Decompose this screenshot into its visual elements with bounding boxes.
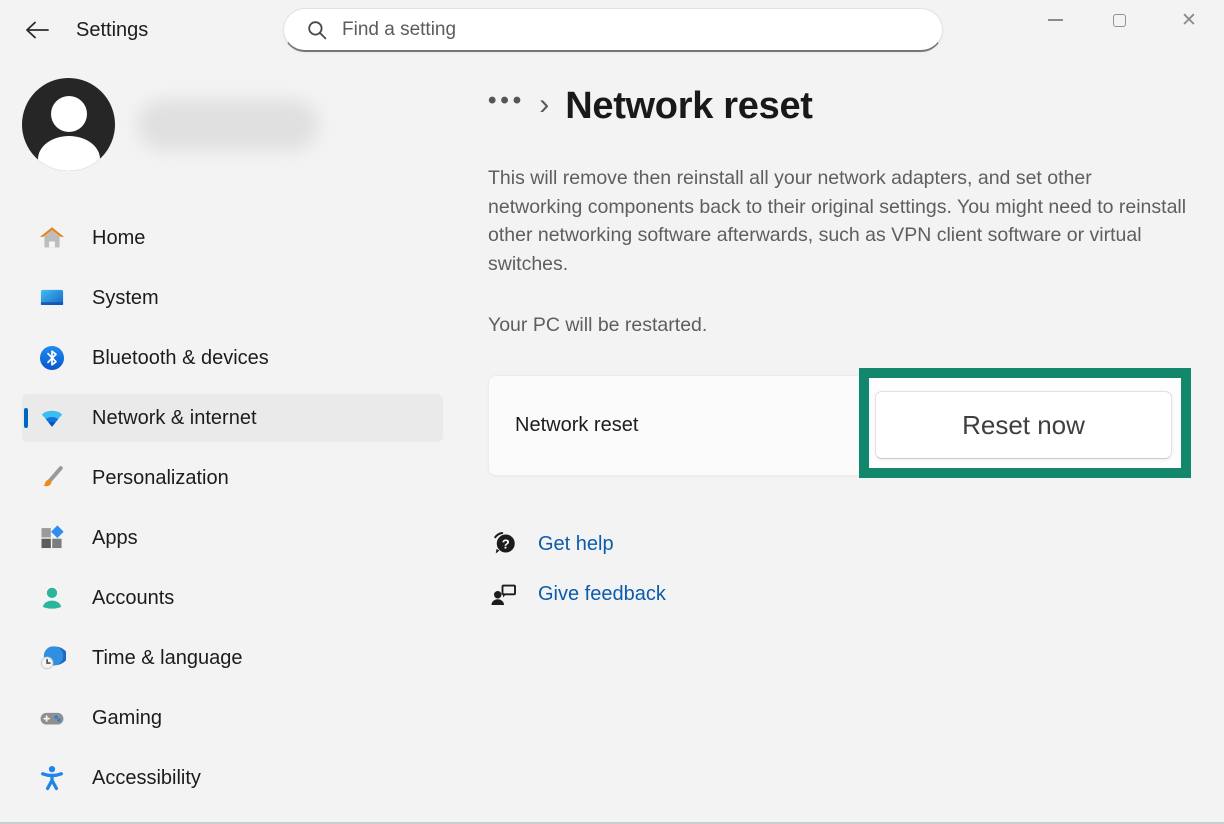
bluetooth-icon (38, 344, 66, 372)
minimize-button[interactable] (1038, 4, 1072, 36)
sidebar-item-accounts[interactable]: Accounts (22, 574, 443, 622)
sidebar-item-personalization[interactable]: Personalization (22, 454, 443, 502)
app-title: Settings (76, 19, 148, 42)
get-help-label: Get help (538, 533, 614, 556)
chevron-right-icon: › (539, 88, 549, 122)
sidebar-item-label: Gaming (92, 707, 162, 730)
search-box[interactable] (283, 8, 943, 52)
give-feedback-link[interactable]: Give feedback (488, 577, 666, 611)
system-icon (38, 284, 66, 312)
maximize-button[interactable] (1102, 4, 1136, 36)
user-avatar[interactable] (22, 78, 115, 171)
time-language-icon (38, 644, 66, 672)
search-icon (306, 19, 328, 41)
page-description: This will remove then reinstall all your… (488, 164, 1188, 278)
sidebar-item-label: Time & language (92, 647, 242, 670)
svg-text:?: ? (502, 536, 510, 551)
feedback-person-icon (488, 578, 520, 610)
sidebar-item-label: Apps (92, 527, 138, 550)
page-title: Network reset (565, 85, 812, 128)
sidebar-item-label: Home (92, 227, 145, 250)
close-button[interactable]: ✕ (1172, 4, 1206, 36)
sidebar-item-accessibility[interactable]: Accessibility (22, 754, 443, 802)
get-help-link[interactable]: ? Get help (488, 527, 614, 561)
sidebar-item-label: Accounts (92, 587, 174, 610)
user-name-redacted (138, 100, 318, 150)
avatar-head-shape (51, 96, 87, 132)
sidebar-item-home[interactable]: Home (22, 214, 443, 262)
sidebar-item-system[interactable]: System (22, 274, 443, 322)
avatar-body-shape (38, 136, 100, 171)
sidebar-item-label: Network & internet (92, 407, 257, 430)
close-icon: ✕ (1181, 9, 1197, 32)
network-reset-card-label: Network reset (515, 414, 638, 437)
sidebar-item-time-language[interactable]: Time & language (22, 634, 443, 682)
back-button[interactable] (22, 15, 52, 45)
sidebar-item-label: System (92, 287, 159, 310)
apps-icon (38, 524, 66, 552)
home-icon (38, 224, 66, 252)
personalization-icon (38, 464, 66, 492)
restart-note: Your PC will be restarted. (488, 314, 707, 337)
maximize-icon (1113, 14, 1126, 27)
sidebar-item-network-internet[interactable]: Network & internet (22, 394, 443, 442)
accessibility-icon (38, 764, 66, 792)
settings-window: Settings ✕ Home (0, 0, 1224, 824)
sidebar-item-gaming[interactable]: Gaming (22, 694, 443, 742)
give-feedback-label: Give feedback (538, 583, 666, 606)
sidebar-item-label: Accessibility (92, 767, 201, 790)
back-arrow-icon (24, 19, 50, 41)
minimize-icon (1048, 19, 1063, 21)
sidebar-item-label: Bluetooth & devices (92, 347, 269, 370)
wifi-icon (38, 404, 66, 432)
breadcrumb-ellipsis-button[interactable]: ••• (488, 87, 525, 125)
sidebar-item-bluetooth-devices[interactable]: Bluetooth & devices (22, 334, 443, 382)
sidebar-item-apps[interactable]: Apps (22, 514, 443, 562)
search-input[interactable] (342, 19, 926, 41)
help-bubble-icon: ? (488, 528, 520, 560)
reset-now-button[interactable]: Reset now (875, 391, 1172, 459)
sidebar-item-label: Personalization (92, 467, 229, 490)
sidebar-nav: Home System (22, 214, 443, 814)
gaming-icon (38, 704, 66, 732)
breadcrumb: ••• › Network reset (488, 82, 813, 130)
accounts-icon (38, 584, 66, 612)
